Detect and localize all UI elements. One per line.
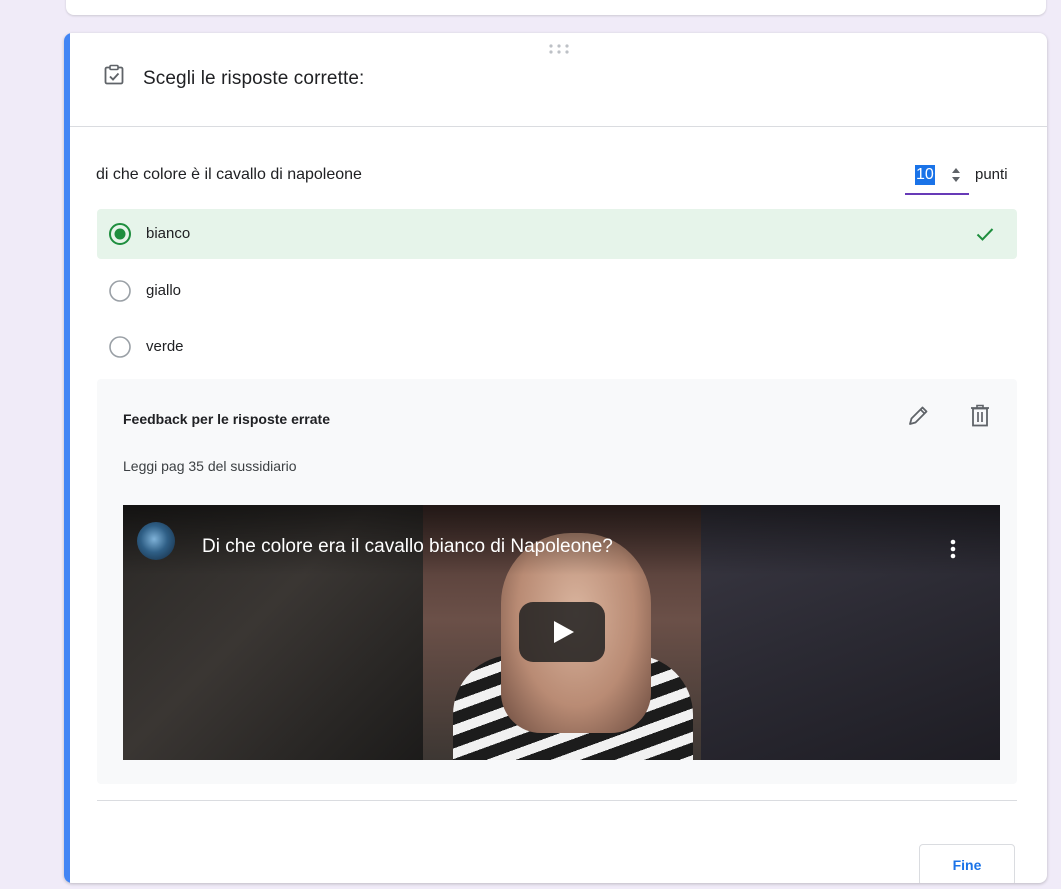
video-embed[interactable]: Di che colore era il cavallo bianco di N… [123, 505, 1000, 760]
radio-unselected-icon[interactable] [108, 335, 132, 359]
points-label: punti [975, 166, 1008, 183]
feedback-text: Leggi pag 35 del sussidiario [123, 458, 297, 474]
radio-selected-icon[interactable] [108, 222, 132, 246]
check-icon [976, 228, 994, 241]
previous-question-card[interactable] [66, 0, 1046, 15]
spinner-arrows-icon[interactable] [949, 164, 963, 186]
answer-option-label: giallo [146, 282, 182, 299]
done-button[interactable]: Fine [919, 844, 1015, 883]
answer-option-giallo[interactable]: giallo [97, 266, 1017, 316]
pencil-icon[interactable] [905, 403, 931, 429]
section-title: Scegli le risposte corrette: [143, 68, 365, 89]
more-vert-icon[interactable] [943, 535, 963, 563]
card-footer-divider [97, 800, 1017, 801]
trash-icon[interactable] [968, 403, 992, 429]
question-text: di che colore è il cavallo di napoleone [96, 166, 362, 183]
section-header: Scegli le risposte corrette: [70, 33, 1047, 127]
active-card-accent [64, 33, 70, 883]
answer-option-label: verde [146, 338, 184, 355]
points-value: 10 [915, 165, 935, 185]
answer-option-bianco[interactable]: bianco [97, 209, 1017, 259]
video-title[interactable]: Di che colore era il cavallo bianco di N… [202, 536, 613, 558]
checkbox-checked-icon [104, 64, 124, 85]
radio-unselected-icon[interactable] [108, 279, 132, 303]
play-button-icon[interactable] [519, 602, 605, 662]
answer-option-verde[interactable]: verde [97, 322, 1017, 372]
answer-option-label: bianco [146, 225, 191, 242]
feedback-title: Feedback per le risposte errate [123, 411, 330, 427]
points-input[interactable]: 10 [905, 163, 969, 195]
question-card[interactable]: Scegli le risposte corrette: di che colo… [64, 33, 1047, 883]
channel-avatar[interactable] [137, 522, 175, 560]
feedback-panel: Feedback per le risposte errate Leggi pa… [97, 379, 1017, 784]
